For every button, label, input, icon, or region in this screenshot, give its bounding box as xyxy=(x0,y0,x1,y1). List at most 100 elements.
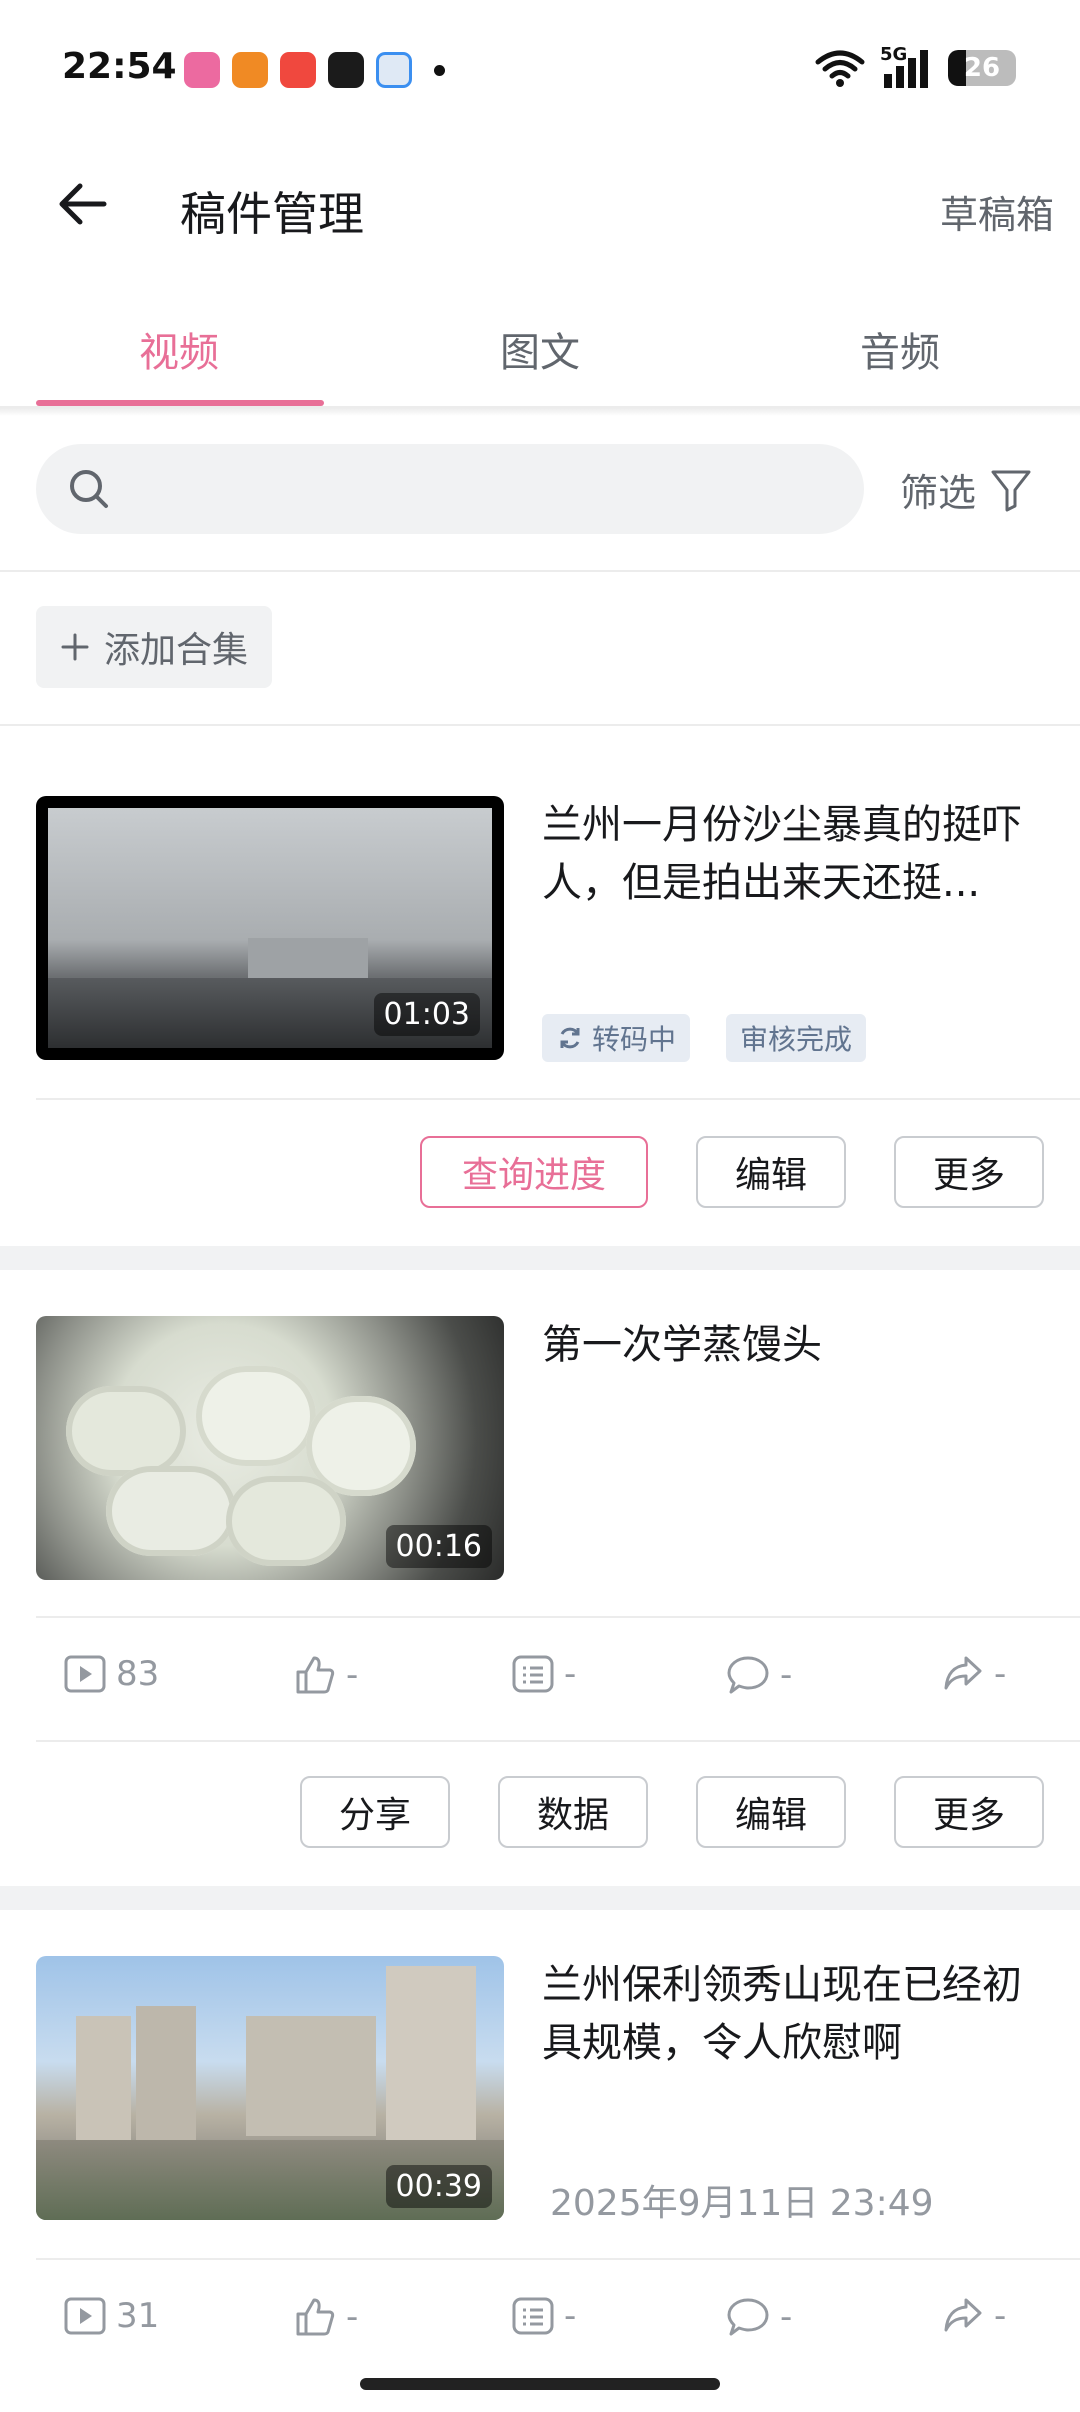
page-title: 稿件管理 xyxy=(180,187,364,241)
video-title: 兰州保利领秀山现在已经初具规模，令人欣慰啊 xyxy=(542,1962,1022,2066)
thumbnail-bun xyxy=(196,1366,316,1466)
danmaku-count-value: - xyxy=(564,2296,577,2336)
data-button[interactable]: 数据 xyxy=(498,1776,648,1848)
status-badge-reviewed: 审核完成 xyxy=(726,1014,867,1062)
thumbs-up-icon xyxy=(296,2298,335,2336)
card-separator xyxy=(0,1246,1080,1270)
status-badges: 转码中 审核完成 xyxy=(542,1014,867,1062)
more-notifications-dot xyxy=(434,64,445,76)
comment-count: - xyxy=(726,2296,792,2338)
divider xyxy=(0,724,1080,726)
play-icon xyxy=(64,2297,106,2335)
tab-image-text[interactable]: 图文 xyxy=(395,320,685,378)
play-icon xyxy=(64,1655,106,1693)
comment-count: - xyxy=(726,1654,792,1696)
video-duration: 01:03 xyxy=(373,993,480,1036)
thumbnail-tower xyxy=(76,2016,131,2146)
refresh-icon xyxy=(560,1027,580,1049)
video-thumbnail[interactable]: 00:39 xyxy=(36,1956,504,2220)
drafts-button[interactable]: 草稿箱 xyxy=(940,184,1054,239)
edit-button[interactable]: 编辑 xyxy=(696,1136,846,1208)
comment-icon xyxy=(727,1656,769,1694)
danmaku-count: - xyxy=(512,2296,576,2336)
share-count: - xyxy=(942,2296,1006,2336)
like-count: - xyxy=(294,1654,358,1696)
more-button[interactable]: 更多 xyxy=(894,1776,1044,1848)
danmaku-icon xyxy=(512,1655,554,1693)
play-count: 83 xyxy=(64,1654,159,1694)
divider xyxy=(0,570,1080,572)
search-input[interactable] xyxy=(36,444,864,534)
card-separator xyxy=(0,1886,1080,1910)
card-actions: 查询进度 编辑 更多 xyxy=(0,1136,1080,1256)
play-count-value: 31 xyxy=(116,2296,160,2336)
video-card[interactable]: 00:39 兰州保利领秀山现在已经初具规模，令人欣慰啊 2025年9月11日 2… xyxy=(0,1956,1080,2412)
like-count-value: - xyxy=(346,1655,359,1695)
status-indicators: 5G 26 xyxy=(814,44,1016,88)
thumbnail-tower xyxy=(246,2016,376,2136)
comment-count-value: - xyxy=(780,2297,793,2337)
video-title: 兰州一月份沙尘暴真的挺吓人，但是拍出来天还挺... xyxy=(542,802,1022,906)
video-duration: 00:16 xyxy=(385,1525,492,1568)
video-thumbnail[interactable]: 01:03 xyxy=(36,796,504,1060)
content-type-tabs: 视频 图文 音频 xyxy=(0,300,1080,408)
thumbnail-tower xyxy=(386,1966,476,2146)
add-collection-label: 添加合集 xyxy=(104,630,249,671)
card-actions: 分享 数据 编辑 更多 xyxy=(0,1776,1080,1896)
video-title: 第一次学蒸馒头 xyxy=(542,1322,822,1368)
share-icon xyxy=(944,1656,982,1690)
notification-app-icons xyxy=(184,52,445,88)
funnel-icon xyxy=(991,470,1031,511)
danmaku-count-value: - xyxy=(564,1654,577,1694)
arrow-left-icon xyxy=(59,183,107,225)
battery-icon: 26 xyxy=(948,50,1016,86)
tabs-shadow xyxy=(0,408,1080,416)
comment-count-value: - xyxy=(780,1655,793,1695)
like-count-value: - xyxy=(346,2297,359,2337)
share-button[interactable]: 分享 xyxy=(300,1776,450,1848)
more-button[interactable]: 更多 xyxy=(894,1136,1044,1208)
play-count: 31 xyxy=(64,2296,159,2336)
check-progress-button[interactable]: 查询进度 xyxy=(420,1136,648,1208)
video-stats: 83 - - - - xyxy=(0,1618,1080,1738)
bilibili-app-icon xyxy=(184,52,220,88)
video-thumbnail[interactable]: 00:16 xyxy=(36,1316,504,1580)
share-icon xyxy=(944,2298,982,2332)
divider xyxy=(36,1740,1080,1742)
status-badge-label: 转码中 xyxy=(592,1023,677,1056)
status-badge-transcoding: 转码中 xyxy=(542,1014,691,1062)
add-collection-button[interactable]: 添加合集 xyxy=(36,606,273,688)
status-badge-label: 审核完成 xyxy=(740,1023,853,1056)
tab-video[interactable]: 视频 xyxy=(34,320,324,378)
share-count-value: - xyxy=(994,2296,1007,2336)
filter-button[interactable]: 筛选 xyxy=(900,462,1032,517)
network-type-label: 5G xyxy=(880,44,908,65)
video-duration: 00:39 xyxy=(385,2165,492,2208)
wifi-icon xyxy=(815,50,865,87)
browser-app-icon xyxy=(376,52,412,88)
soul-app-icon xyxy=(328,52,364,88)
share-count: - xyxy=(942,1654,1006,1694)
cellular-signal-icon: 5G xyxy=(880,44,934,88)
danmaku-count: - xyxy=(512,1654,576,1694)
thumbnail-tower xyxy=(136,2006,196,2146)
status-bar: 22:54 5G 26 xyxy=(0,0,1080,140)
thumbnail-bun xyxy=(66,1386,186,1476)
video-card[interactable]: 00:16 第一次学蒸馒头 83 - - - - 分享 数据 编辑 更多 xyxy=(0,1316,1080,1886)
battery-level: 26 xyxy=(963,53,1001,83)
filter-label: 筛选 xyxy=(900,471,977,515)
comment-icon xyxy=(727,2298,769,2336)
video-card[interactable]: 01:03 兰州一月份沙尘暴真的挺吓人，但是拍出来天还挺... 转码中 审核完成… xyxy=(0,796,1080,1246)
home-indicator[interactable] xyxy=(360,2378,720,2390)
active-tab-indicator xyxy=(36,400,324,406)
share-count-value: - xyxy=(994,1654,1007,1694)
tab-audio[interactable]: 音频 xyxy=(755,320,1045,378)
plus-icon xyxy=(61,633,89,661)
edit-button[interactable]: 编辑 xyxy=(696,1776,846,1848)
status-time: 22:54 xyxy=(62,46,177,87)
video-app-icon xyxy=(280,52,316,88)
back-button[interactable] xyxy=(52,172,116,236)
publish-date: 2025年9月11日 23:49 xyxy=(550,2183,934,2224)
thumbnail-buildings xyxy=(248,938,368,978)
video-stats: 31 - - - - xyxy=(0,2260,1080,2380)
